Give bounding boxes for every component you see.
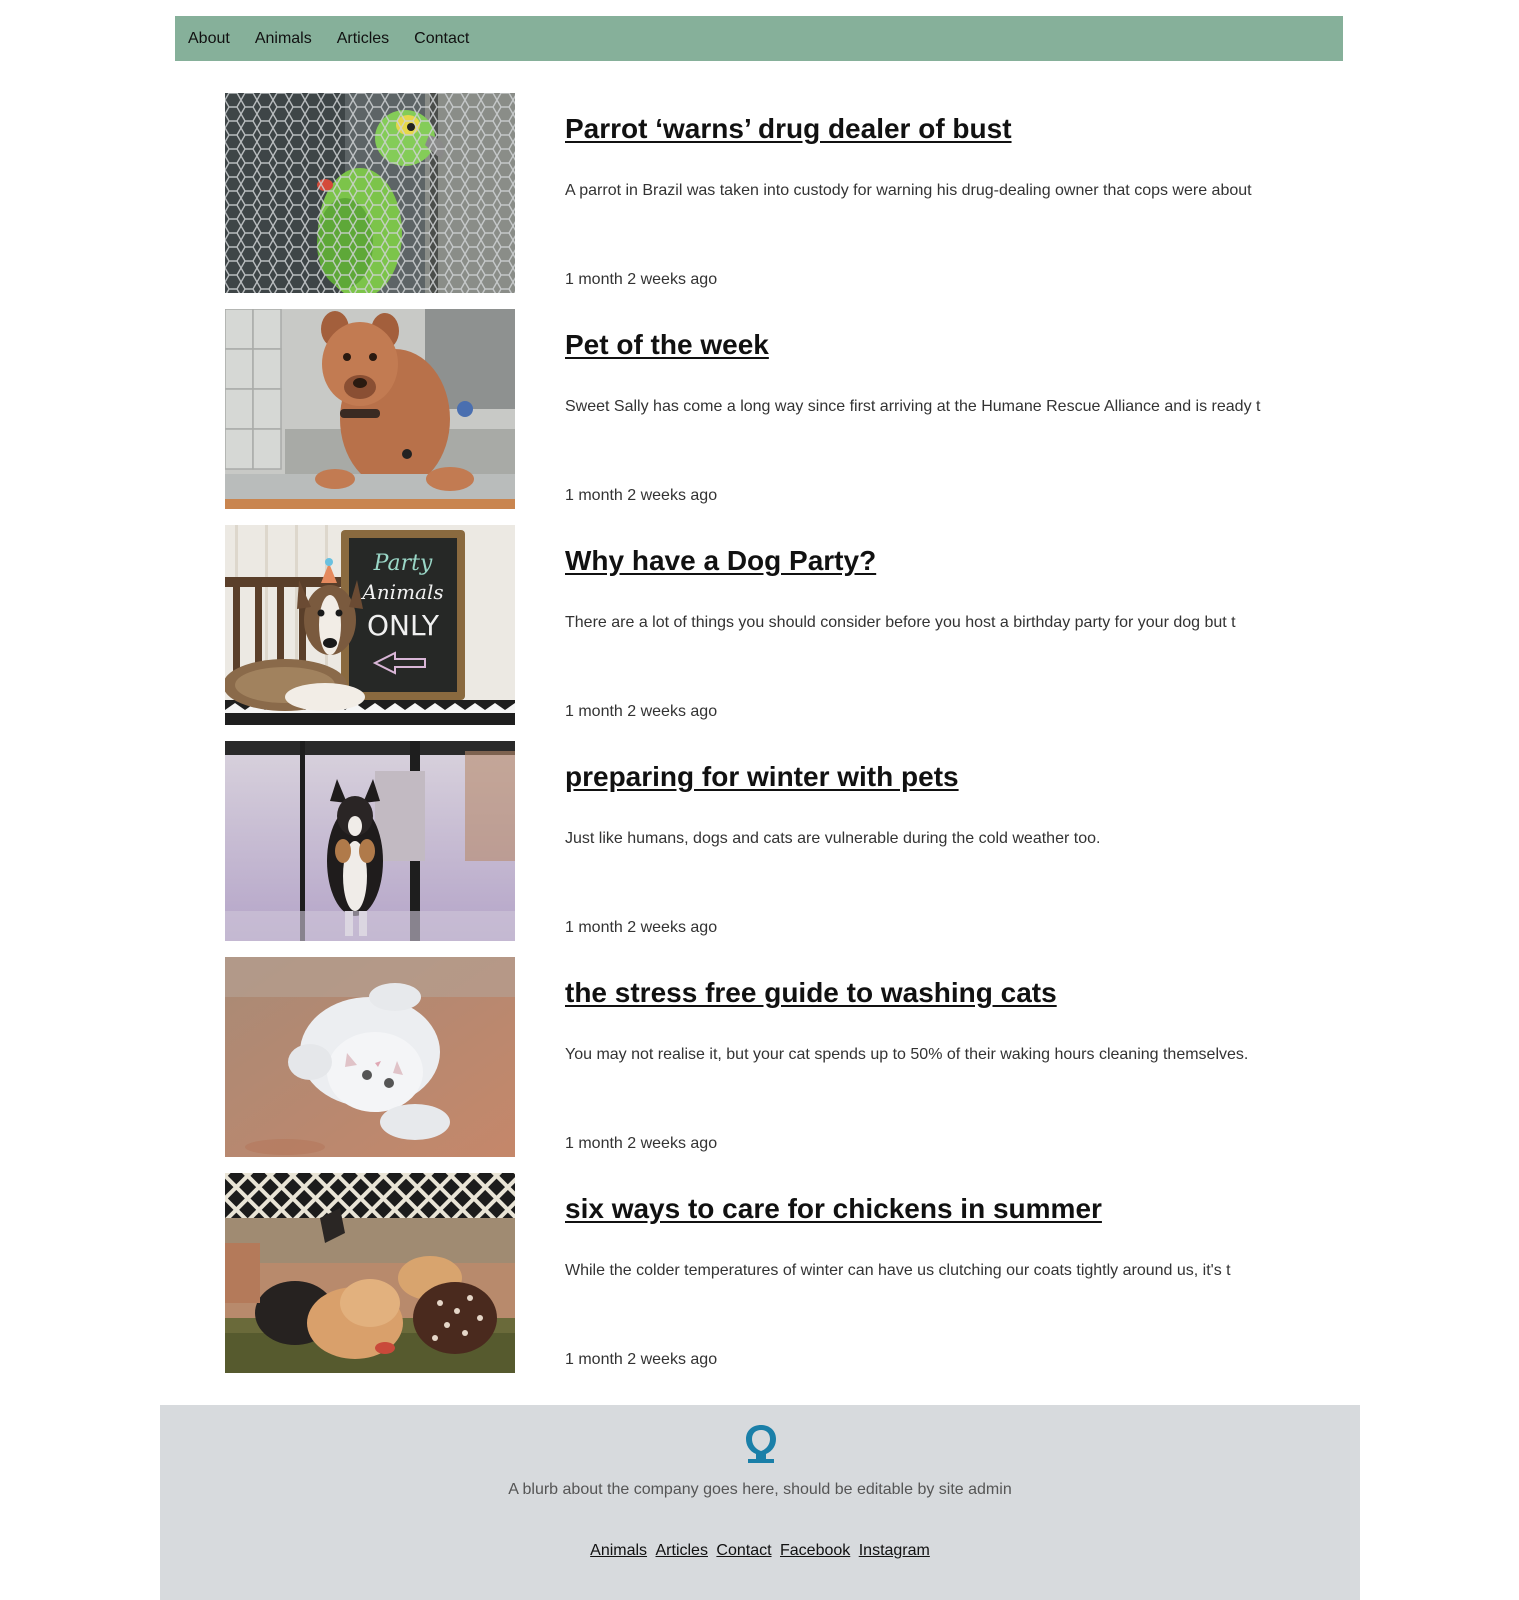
- article-date: 1 month 2 weeks ago: [565, 703, 718, 720]
- sign-text-party: Party: [373, 551, 433, 576]
- dog-kennel-image[interactable]: [225, 309, 515, 509]
- footer-link-facebook[interactable]: Facebook: [780, 1542, 850, 1559]
- article-summary: While the colder temperatures of winter …: [565, 1262, 1231, 1279]
- nav-animals-link[interactable]: Animals: [255, 30, 312, 48]
- omega-icon: [742, 1423, 780, 1465]
- article-card: Parrot ‘warns’ drug dealer of bust A par…: [225, 93, 1325, 293]
- article-summary: There are a lot of things you should con…: [565, 614, 1236, 631]
- article-card: preparing for winter with pets Just like…: [225, 741, 1325, 941]
- nav-articles-link[interactable]: Articles: [337, 30, 389, 48]
- footer-link-contact[interactable]: Contact: [716, 1542, 771, 1559]
- dog-party-image[interactable]: Party Animals ONLY: [225, 525, 515, 725]
- top-navigation: About Animals Articles Contact: [175, 16, 1343, 61]
- article-date: 1 month 2 weeks ago: [565, 919, 718, 936]
- article-list: Parrot ‘warns’ drug dealer of bust A par…: [225, 93, 1325, 1389]
- article-title-link[interactable]: Parrot ‘warns’ drug dealer of bust: [565, 113, 1012, 145]
- sign-text-only: ONLY: [367, 609, 440, 642]
- article-summary: A parrot in Brazil was taken into custod…: [565, 182, 1252, 199]
- article-card: Party Animals ONLY Why have a Dog Party?…: [225, 525, 1325, 725]
- parrot-image[interactable]: [225, 93, 515, 293]
- article-summary: You may not realise it, but your cat spe…: [565, 1046, 1249, 1063]
- page: About Animals Articles Contact Parrot ‘w…: [0, 0, 1519, 1600]
- footer-link-instagram[interactable]: Instagram: [859, 1542, 930, 1559]
- article-title-link[interactable]: Pet of the week: [565, 329, 769, 361]
- chickens-image[interactable]: [225, 1173, 515, 1373]
- article-summary: Just like humans, dogs and cats are vuln…: [565, 830, 1101, 847]
- sign-text-animals: Animals: [360, 580, 443, 604]
- footer-links: Animals Articles Contact Facebook Instag…: [160, 1542, 1360, 1560]
- site-footer: A blurb about the company goes here, sho…: [160, 1405, 1360, 1600]
- article-title-link[interactable]: six ways to care for chickens in summer: [565, 1193, 1102, 1225]
- article-date: 1 month 2 weeks ago: [565, 487, 718, 504]
- article-date: 1 month 2 weeks ago: [565, 271, 718, 288]
- article-title-link[interactable]: preparing for winter with pets: [565, 761, 959, 793]
- article-card: the stress free guide to washing cats Yo…: [225, 957, 1325, 1157]
- article-summary: Sweet Sally has come a long way since fi…: [565, 398, 1261, 415]
- nav-contact-link[interactable]: Contact: [414, 30, 469, 48]
- footer-link-articles[interactable]: Articles: [656, 1542, 708, 1559]
- article-date: 1 month 2 weeks ago: [565, 1351, 718, 1368]
- article-card: six ways to care for chickens in summer …: [225, 1173, 1325, 1373]
- kitten-image[interactable]: [225, 957, 515, 1157]
- footer-link-animals[interactable]: Animals: [590, 1542, 647, 1559]
- footer-blurb: A blurb about the company goes here, sho…: [508, 1481, 1012, 1498]
- dog-window-image[interactable]: [225, 741, 515, 941]
- article-title-link[interactable]: the stress free guide to washing cats: [565, 977, 1057, 1009]
- article-title-link[interactable]: Why have a Dog Party?: [565, 545, 876, 577]
- nav-about-link[interactable]: About: [188, 30, 230, 48]
- article-date: 1 month 2 weeks ago: [565, 1135, 718, 1152]
- article-card: Pet of the week Sweet Sally has come a l…: [225, 309, 1325, 509]
